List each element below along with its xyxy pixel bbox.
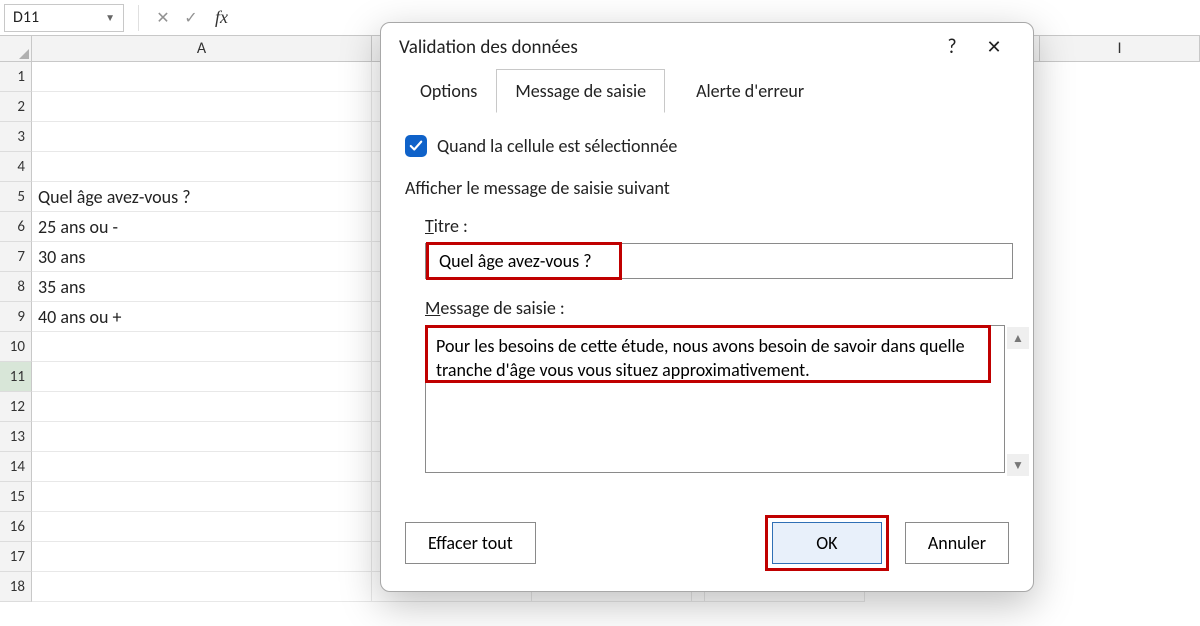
cancel-button[interactable]: Annuler xyxy=(905,522,1009,564)
row-header[interactable]: 9 xyxy=(0,302,32,332)
row-header[interactable]: 4 xyxy=(0,152,32,182)
row-header[interactable]: 1 xyxy=(0,62,32,92)
row-header[interactable]: 10 xyxy=(0,332,32,362)
close-button[interactable]: ✕ xyxy=(973,36,1015,58)
cell-A6[interactable]: 25 ans ou - xyxy=(32,212,372,242)
scroll-up-icon[interactable]: ▲ xyxy=(1007,327,1029,349)
row-header-active[interactable]: 11 xyxy=(0,362,32,392)
dialog-title: Validation des données xyxy=(399,36,578,59)
tab-error-alert[interactable]: Alerte d'erreur xyxy=(677,69,823,113)
row-header[interactable]: 8 xyxy=(0,272,32,302)
row-header[interactable]: 18 xyxy=(0,572,32,602)
cell-A5[interactable]: Quel âge avez-vous ? xyxy=(32,182,372,212)
name-box[interactable]: D11 ▼ xyxy=(4,4,124,32)
message-textarea[interactable] xyxy=(425,325,1005,473)
row-header[interactable]: 2 xyxy=(0,92,32,122)
row-header[interactable]: 12 xyxy=(0,392,32,422)
chevron-down-icon: ▼ xyxy=(105,11,115,24)
data-validation-dialog: Validation des données ? ✕ Options Messa… xyxy=(380,22,1034,592)
row-header[interactable]: 14 xyxy=(0,452,32,482)
section-label: Afficher le message de saisie suivant xyxy=(405,177,1009,199)
clear-all-button[interactable]: Effacer tout xyxy=(405,522,536,564)
row-header[interactable]: 6 xyxy=(0,212,32,242)
checkbox-checked-icon[interactable] xyxy=(405,135,427,157)
scroll-down-icon[interactable]: ▼ xyxy=(1007,454,1029,476)
row-header[interactable]: 7 xyxy=(0,242,32,272)
ok-button[interactable]: OK xyxy=(772,522,882,564)
column-header-A[interactable]: A xyxy=(32,36,372,61)
name-box-value: D11 xyxy=(13,8,39,27)
title-label: Titre : xyxy=(425,215,1009,237)
cell-A8[interactable]: 35 ans xyxy=(32,272,372,302)
checkbox-label: Quand la cellule est sélectionnée xyxy=(437,135,677,157)
row-header[interactable]: 17 xyxy=(0,542,32,572)
tab-input-message[interactable]: Message de saisie xyxy=(496,69,665,113)
message-label: Message de saisie : xyxy=(425,297,1009,319)
dialog-body: Quand la cellule est sélectionnée Affich… xyxy=(381,113,1033,501)
row-header[interactable]: 15 xyxy=(0,482,32,512)
accept-formula-icon[interactable]: ✓ xyxy=(177,4,205,32)
select-all-corner[interactable] xyxy=(0,36,32,61)
row-header[interactable]: 3 xyxy=(0,122,32,152)
row-header[interactable]: 13 xyxy=(0,422,32,452)
separator xyxy=(138,5,139,31)
row-headers: 1 2 3 4 5 6 7 8 9 10 11 12 13 14 15 16 1… xyxy=(0,62,32,602)
show-when-selected-row[interactable]: Quand la cellule est sélectionnée xyxy=(405,135,1009,157)
title-input[interactable] xyxy=(429,245,619,277)
tab-options[interactable]: Options xyxy=(401,69,496,113)
fx-icon[interactable]: fx xyxy=(215,7,228,28)
cell-A7[interactable]: 30 ans xyxy=(32,242,372,272)
dialog-tabs: Options Message de saisie Alerte d'erreu… xyxy=(381,71,1033,113)
row-header[interactable]: 16 xyxy=(0,512,32,542)
dialog-footer: Effacer tout OK Annuler xyxy=(381,501,1033,591)
help-button[interactable]: ? xyxy=(931,35,973,59)
cell-A9[interactable]: 40 ans ou + xyxy=(32,302,372,332)
title-input-wrapper xyxy=(425,243,1013,279)
dialog-titlebar[interactable]: Validation des données ? ✕ xyxy=(381,23,1033,71)
column-header-I[interactable]: I xyxy=(1040,36,1200,61)
row-header[interactable]: 5 xyxy=(0,182,32,212)
cancel-formula-icon[interactable]: ✕ xyxy=(149,4,177,32)
